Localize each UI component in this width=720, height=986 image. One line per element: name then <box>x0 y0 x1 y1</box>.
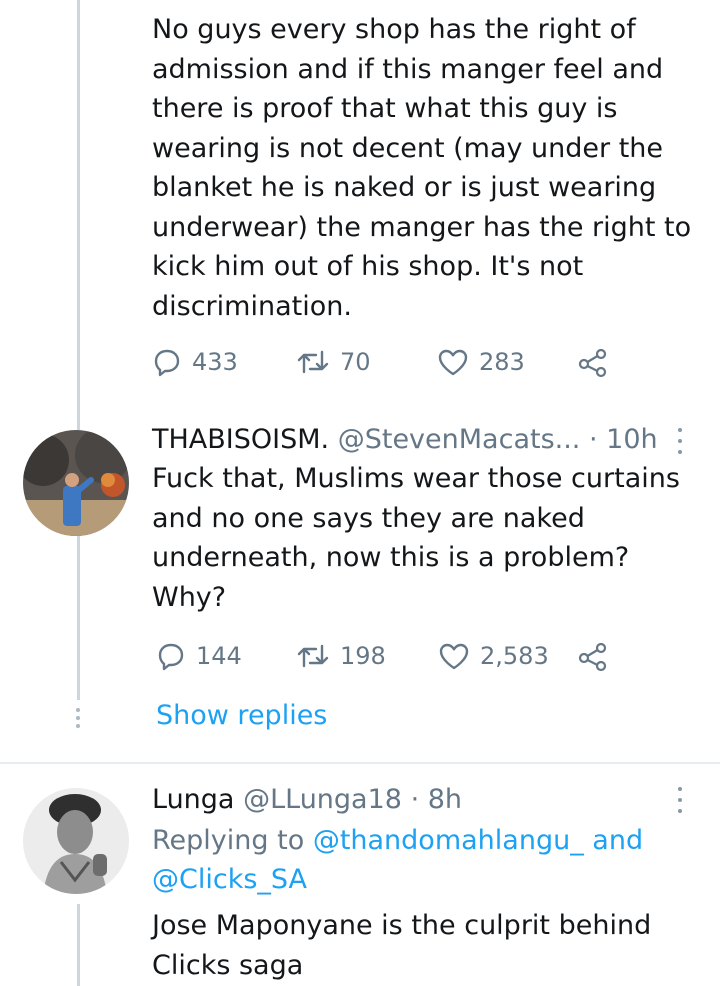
thread-line-bottom <box>77 904 80 986</box>
reply-icon <box>158 643 184 671</box>
like-count: 283 <box>479 348 525 376</box>
thread-gap-dots[interactable] <box>72 708 84 728</box>
retweet-icon <box>297 644 329 668</box>
tweet-2-text: Fuck that, Muslims wear those curtains a… <box>152 463 680 613</box>
tweet-3-header: Lunga @LLunga18 · 8h <box>152 782 462 818</box>
reply-button[interactable]: 433 <box>152 342 238 382</box>
tweet-3-text: Jose Maponyane is the culprit behind Cli… <box>152 910 652 981</box>
retweet-button[interactable]: 70 <box>296 342 371 382</box>
replying-user-link[interactable]: @Clicks_SA <box>152 864 307 895</box>
replying-to: Replying to @thandomahlangu_ and <box>152 823 643 859</box>
share-icon <box>578 348 607 378</box>
avatar-image <box>23 788 129 894</box>
retweet-button[interactable]: 198 <box>296 636 386 676</box>
reply-count: 433 <box>192 348 238 376</box>
retweet-icon <box>297 350 329 374</box>
share-icon <box>578 642 607 672</box>
more-vertical-icon[interactable] <box>675 428 685 454</box>
avatar-lunga[interactable] <box>23 788 129 894</box>
tweet-time: · 8h <box>410 784 463 815</box>
like-button[interactable]: 2,583 <box>438 636 549 676</box>
user-handle[interactable]: @LLunga18 <box>243 784 402 815</box>
reply-count: 144 <box>196 642 242 670</box>
show-replies-link[interactable]: Show replies <box>156 700 327 731</box>
replying-to-line-2: @Clicks_SA <box>152 862 307 898</box>
tweet-divider <box>0 762 720 764</box>
replying-prefix: Replying to <box>152 825 305 856</box>
avatar-image <box>23 430 129 536</box>
tweet-1-text: No guys every shop has the right of admi… <box>152 14 692 322</box>
retweet-count: 198 <box>340 642 386 670</box>
heart-icon <box>439 643 469 670</box>
reply-button[interactable]: 144 <box>156 636 242 676</box>
user-handle[interactable]: @StevenMacats... <box>338 424 581 455</box>
display-name[interactable]: Lunga <box>152 784 234 815</box>
display-name[interactable]: THABISOISM. <box>152 424 329 455</box>
thread-line-top <box>77 0 80 700</box>
retweet-count: 70 <box>340 348 371 376</box>
share-button[interactable] <box>577 636 609 676</box>
heart-icon <box>438 349 468 376</box>
tweet-time: · 10h <box>588 424 658 455</box>
more-vertical-icon[interactable] <box>675 787 685 813</box>
reply-icon <box>154 349 180 377</box>
like-button[interactable]: 283 <box>437 342 525 382</box>
replying-user-link[interactable]: @thandomahlangu_ <box>313 825 584 856</box>
like-count: 2,583 <box>480 642 549 670</box>
avatar-thabisoism[interactable] <box>23 430 129 536</box>
tweet-2-header: THABISOISM. @StevenMacats... · 10h <box>152 422 658 458</box>
replying-and[interactable]: and <box>592 825 643 856</box>
share-button[interactable] <box>577 342 609 382</box>
